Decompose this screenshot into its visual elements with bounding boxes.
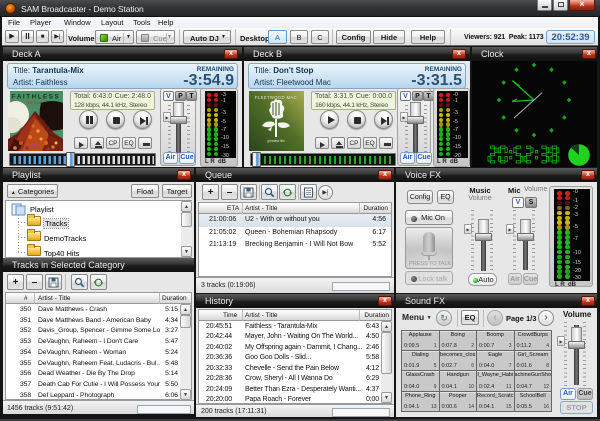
- svg-text:greatest hits: greatest hits: [267, 139, 285, 143]
- svg-text:FAITHLESS: FAITHLESS: [12, 94, 60, 101]
